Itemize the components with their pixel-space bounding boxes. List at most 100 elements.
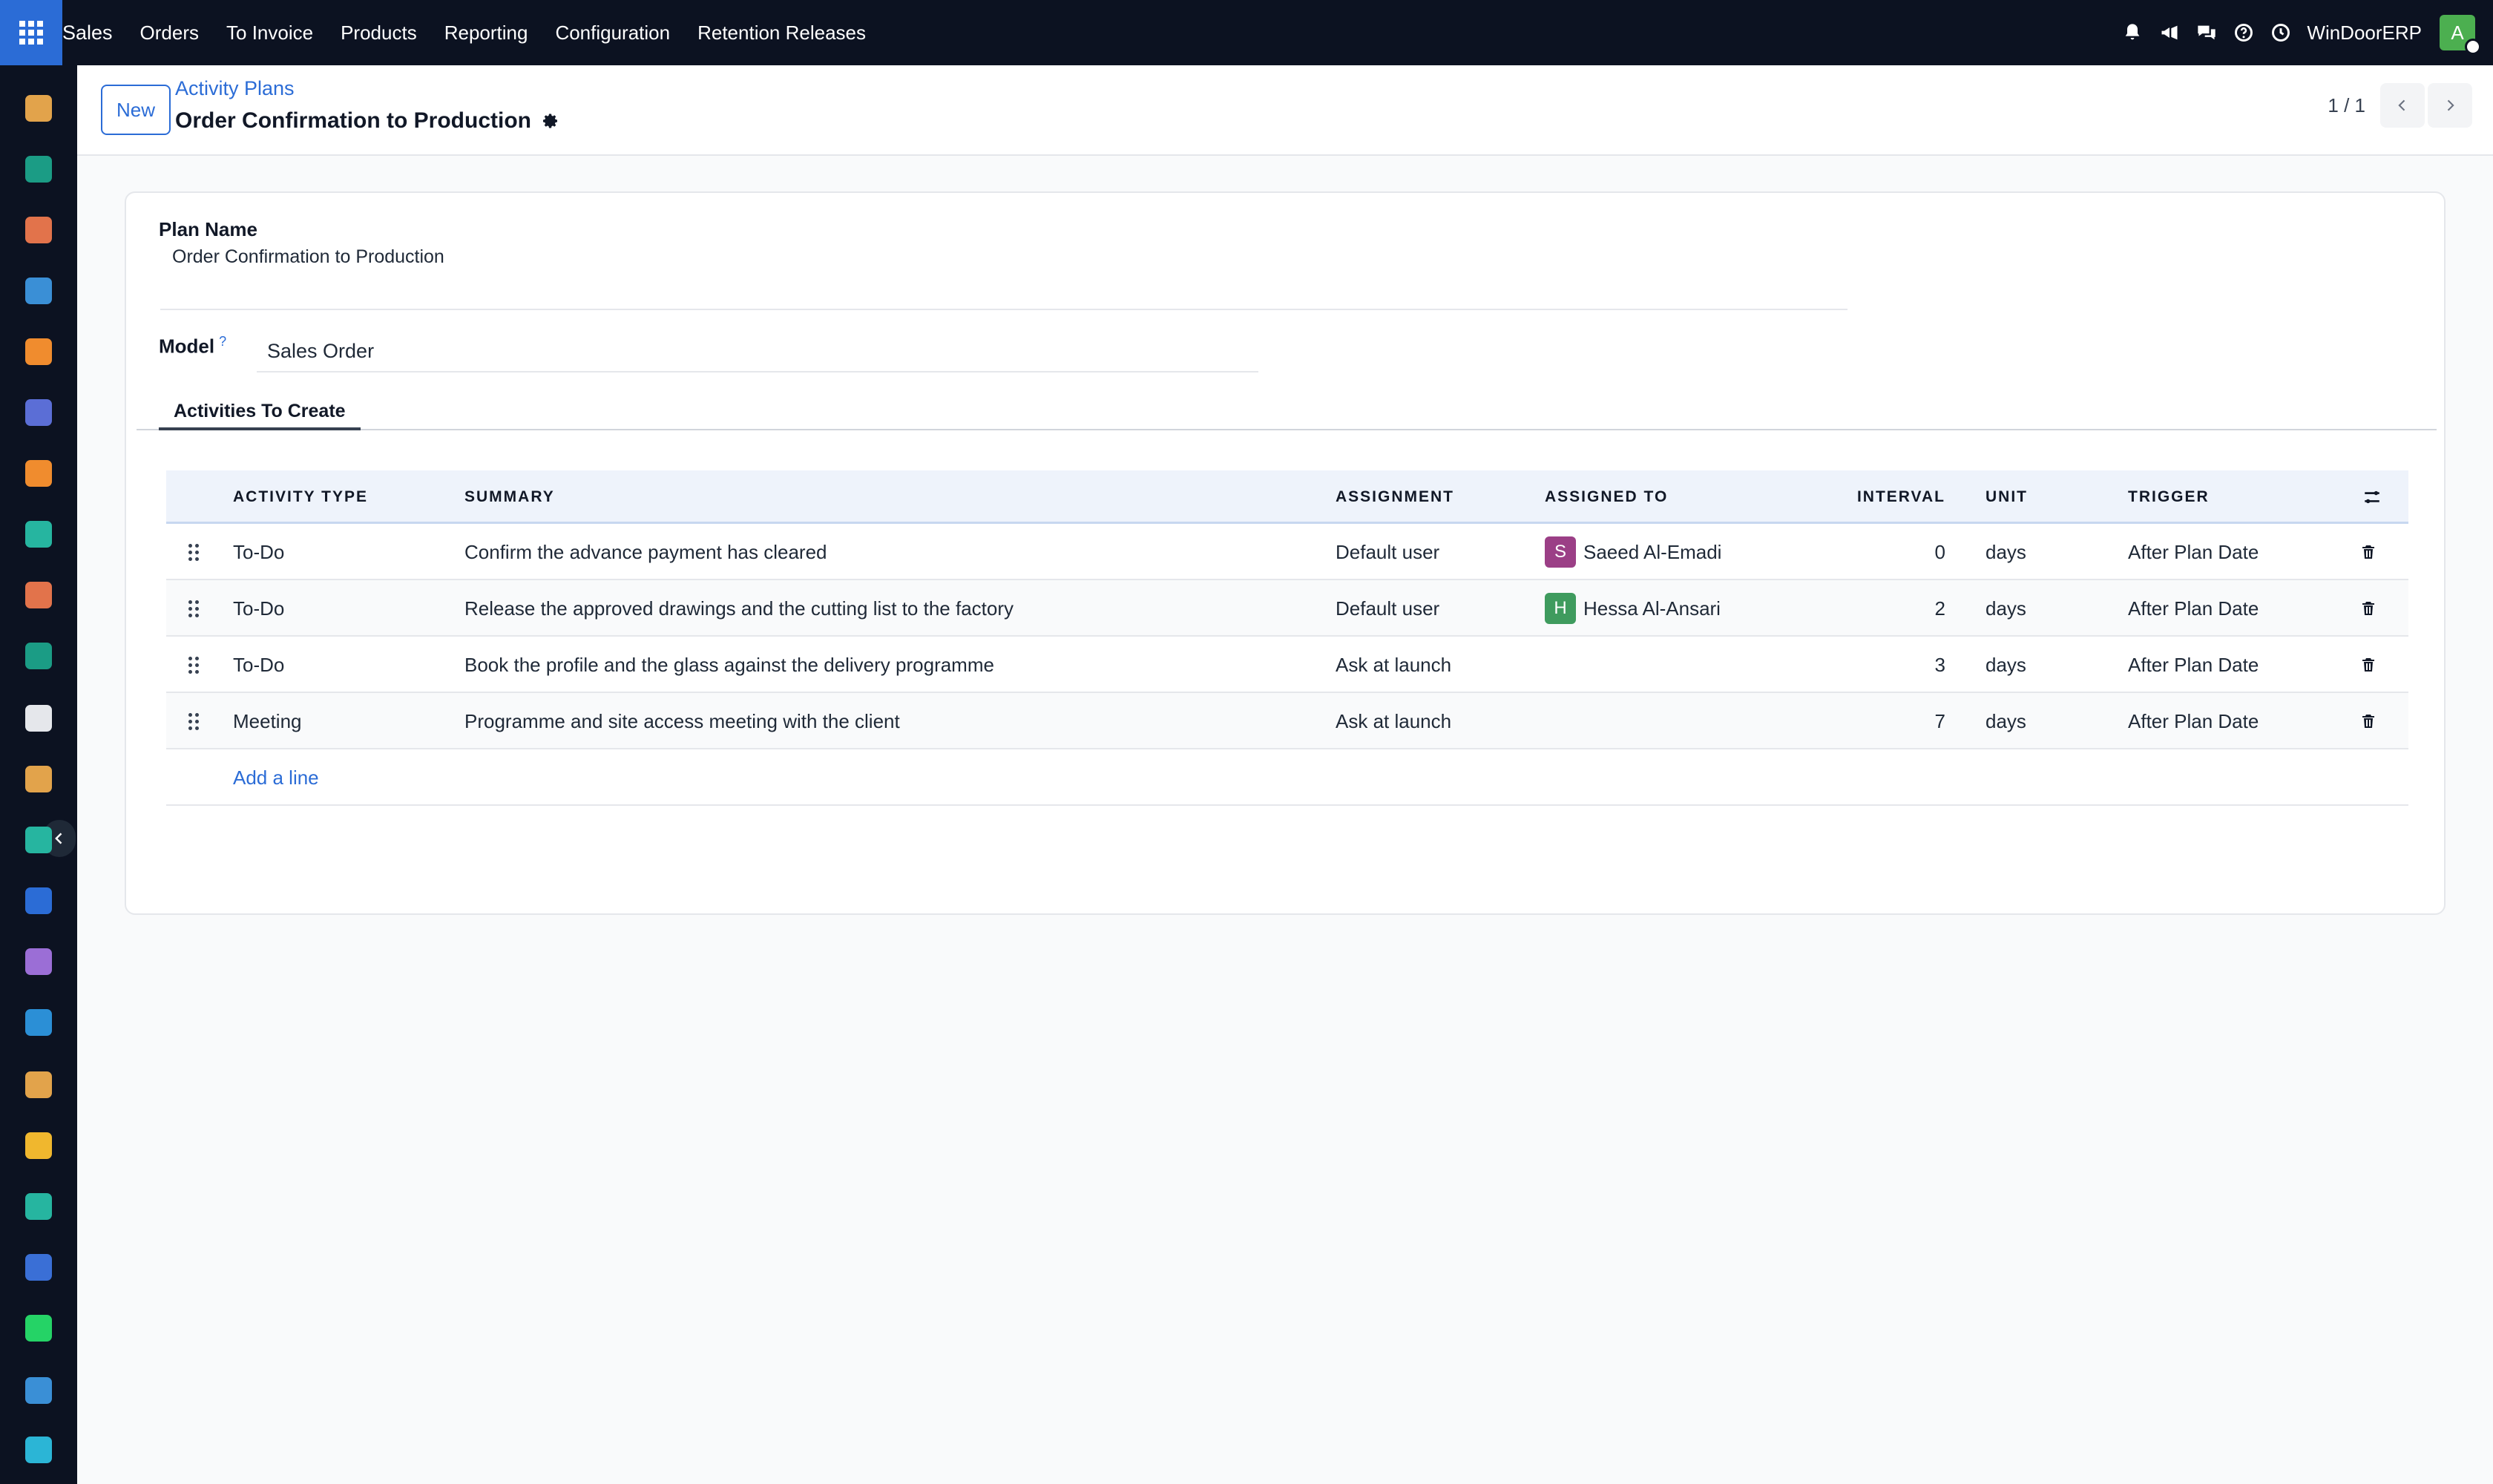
- help-icon[interactable]: [2225, 0, 2262, 65]
- dock-app-contacts-icon[interactable]: [25, 156, 52, 183]
- optional-columns-toggle[interactable]: [2361, 470, 2383, 524]
- dock-app-calendar-icon[interactable]: [25, 1132, 52, 1159]
- menu-item-products[interactable]: Products: [341, 22, 417, 45]
- model-field[interactable]: Sales Order: [267, 340, 374, 363]
- dock-app-sign-icon[interactable]: [25, 1193, 52, 1220]
- dock-app-invoicing-icon[interactable]: [25, 1009, 52, 1036]
- trigger-cell[interactable]: After Plan Date: [2128, 524, 2259, 580]
- trigger-cell[interactable]: After Plan Date: [2128, 637, 2259, 693]
- dock-app-knowledge-icon[interactable]: [25, 887, 52, 914]
- assigned-to-cell[interactable]: H Hessa Al-Ansari: [1545, 580, 1721, 637]
- column-header-assigned-to[interactable]: ASSIGNED TO: [1545, 470, 1668, 524]
- menu-item-orders[interactable]: Orders: [140, 22, 199, 45]
- menu-item-reporting[interactable]: Reporting: [444, 22, 528, 45]
- menu-item-to-invoice[interactable]: To Invoice: [226, 22, 313, 45]
- chevron-left-icon: [2398, 99, 2405, 111]
- column-header-trigger[interactable]: TRIGGER: [2128, 470, 2210, 524]
- column-header-summary[interactable]: SUMMARY: [464, 470, 555, 524]
- assignment-cell[interactable]: Ask at launch: [1336, 637, 1451, 693]
- menu-item-retention-releases[interactable]: Retention Releases: [697, 22, 866, 45]
- dock-app-website-icon[interactable]: [25, 1437, 52, 1463]
- assignment-cell[interactable]: Default user: [1336, 524, 1439, 580]
- delete-row-button[interactable]: [2359, 693, 2377, 749]
- new-button[interactable]: New: [101, 85, 171, 135]
- dock-app-manufacturing-icon[interactable]: [25, 766, 52, 792]
- interval-cell[interactable]: 0: [1873, 524, 1945, 580]
- dock-app-mail-icon[interactable]: [25, 399, 52, 426]
- drag-handle[interactable]: [188, 693, 199, 749]
- dock-app-discuss-icon[interactable]: [25, 95, 52, 122]
- delete-row-button[interactable]: [2359, 637, 2377, 693]
- activity-type-cell[interactable]: To-Do: [233, 637, 284, 693]
- unit-cell[interactable]: days: [1985, 524, 2026, 580]
- summary-cell[interactable]: Confirm the advance payment has cleared: [464, 524, 827, 580]
- drag-handle[interactable]: [188, 580, 199, 637]
- summary-cell[interactable]: Programme and site access meeting with t…: [464, 693, 900, 749]
- dock-app-dashboard-icon[interactable]: [25, 278, 52, 304]
- column-header-activity-type[interactable]: ACTIVITY TYPE: [233, 470, 368, 524]
- interval-cell[interactable]: 3: [1873, 637, 1945, 693]
- drag-handle[interactable]: [188, 637, 199, 693]
- dock-app-timesheet-icon[interactable]: [25, 1377, 52, 1404]
- table-row[interactable]: Meeting Programme and site access meeting…: [166, 693, 2408, 749]
- clock-icon[interactable]: [2262, 0, 2299, 65]
- trigger-cell[interactable]: After Plan Date: [2128, 580, 2259, 637]
- assigned-to-cell[interactable]: S Saeed Al-Emadi: [1545, 524, 1721, 580]
- dock-app-purchase-icon[interactable]: [25, 521, 52, 548]
- column-header-interval[interactable]: INTERVAL: [1857, 470, 1945, 524]
- drag-handle[interactable]: [188, 524, 199, 580]
- dock-app-reporting-icon[interactable]: [25, 582, 52, 608]
- notebook-tabs: Activities To Create: [137, 395, 2437, 430]
- pager-previous-button[interactable]: [2380, 83, 2425, 128]
- model-help-tooltip[interactable]: ?: [219, 334, 226, 349]
- user-avatar[interactable]: A: [2440, 15, 2481, 55]
- tab-activities-to-create[interactable]: Activities To Create: [159, 395, 361, 430]
- plan-name-input[interactable]: Order Confirmation to Production: [172, 246, 444, 268]
- assignment-cell[interactable]: Default user: [1336, 580, 1439, 637]
- unit-cell[interactable]: days: [1985, 693, 2026, 749]
- summary-cell[interactable]: Release the approved drawings and the cu…: [464, 580, 1014, 637]
- dock-app-crm-icon[interactable]: [25, 338, 52, 365]
- delete-row-button[interactable]: [2359, 580, 2377, 637]
- column-header-unit[interactable]: UNIT: [1985, 470, 2028, 524]
- breadcrumb-activity-plans[interactable]: Activity Plans: [175, 77, 295, 100]
- company-switcher[interactable]: WinDoorERP: [2307, 22, 2422, 45]
- interval-cell[interactable]: 2: [1873, 580, 1945, 637]
- menu-item-sales[interactable]: Sales: [62, 22, 113, 45]
- activity-type-cell[interactable]: To-Do: [233, 580, 284, 637]
- dock-app-sales-icon[interactable]: [25, 217, 52, 243]
- sliders-icon: [2365, 490, 2379, 504]
- dock-app-recruitment-icon[interactable]: [25, 1071, 52, 1098]
- activity-type-cell[interactable]: Meeting: [233, 693, 302, 749]
- assignment-cell[interactable]: Ask at launch: [1336, 693, 1451, 749]
- pager-count[interactable]: 1 / 1: [2328, 94, 2365, 117]
- trigger-cell[interactable]: After Plan Date: [2128, 693, 2259, 749]
- unit-cell[interactable]: days: [1985, 637, 2026, 693]
- dock-app-barcode-icon[interactable]: [25, 948, 52, 975]
- table-row[interactable]: To-Do Book the profile and the glass agai…: [166, 637, 2408, 693]
- gear-icon[interactable]: [542, 112, 559, 130]
- table-row[interactable]: To-Do Confirm the advance payment has cle…: [166, 524, 2408, 580]
- dock-app-inventory-icon[interactable]: [25, 705, 52, 732]
- plan-name-label: Plan Name: [159, 218, 257, 240]
- summary-cell[interactable]: Book the profile and the glass against t…: [464, 637, 994, 693]
- dock-app-dashboards-icon[interactable]: [25, 1254, 52, 1281]
- megaphone-icon[interactable]: [2151, 0, 2188, 65]
- dock-app-project-icon[interactable]: [25, 827, 52, 853]
- app-menu-button[interactable]: [0, 0, 62, 65]
- table-row[interactable]: To-Do Release the approved drawings and t…: [166, 580, 2408, 637]
- bell-icon[interactable]: [2114, 0, 2151, 65]
- column-header-assignment[interactable]: ASSIGNMENT: [1336, 470, 1454, 524]
- chevron-right-icon: [2447, 99, 2454, 111]
- dock-app-employees-icon[interactable]: [25, 643, 52, 669]
- dock-app-livechat-icon[interactable]: [25, 460, 52, 487]
- menu-item-configuration[interactable]: Configuration: [555, 22, 670, 45]
- activity-type-cell[interactable]: To-Do: [233, 524, 284, 580]
- pager-next-button[interactable]: [2428, 83, 2472, 128]
- unit-cell[interactable]: days: [1985, 580, 2026, 637]
- interval-cell[interactable]: 7: [1873, 693, 1945, 749]
- dock-app-whatsapp-icon[interactable]: [25, 1315, 52, 1342]
- delete-row-button[interactable]: [2359, 524, 2377, 580]
- chat-icon[interactable]: [2188, 0, 2225, 65]
- add-a-line-link[interactable]: Add a line: [233, 766, 319, 789]
